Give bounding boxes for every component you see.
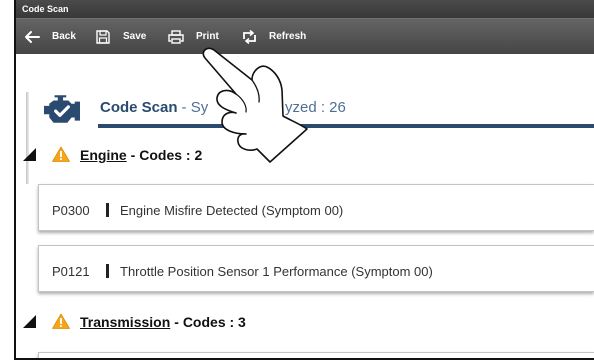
code-row[interactable]: P0300 Engine Misfire Detected (Symptom 0…	[38, 184, 594, 231]
category-label: Engine - Codes : 2	[80, 147, 202, 163]
page-subtitle-start: - Sy	[181, 99, 209, 116]
warning-icon	[52, 313, 70, 329]
print-icon	[168, 29, 184, 44]
category-name-transmission[interactable]: Transmission	[80, 314, 170, 330]
category-label: Transmission - Codes : 3	[80, 314, 246, 330]
frame-border-left	[14, 0, 16, 360]
save-label: Save	[123, 31, 147, 42]
engine-check-icon	[44, 95, 80, 123]
back-arrow-icon	[24, 30, 40, 44]
warning-icon	[52, 146, 70, 162]
header-underline	[98, 124, 594, 128]
page-subtitle-end: yzed : 26	[285, 99, 346, 116]
page-title: Code Scan	[100, 99, 178, 116]
category-name-engine[interactable]: Engine	[80, 147, 127, 163]
pointing-hand-icon	[202, 47, 308, 163]
window-title: Code Scan	[22, 4, 69, 14]
category-header-engine: Engine - Codes : 2	[20, 146, 260, 164]
print-button[interactable]: Print	[168, 19, 219, 54]
print-label: Print	[196, 31, 219, 42]
code-description: Throttle Position Sensor 1 Performance (…	[120, 264, 433, 279]
save-icon	[95, 29, 111, 44]
back-button[interactable]: Back	[24, 19, 76, 54]
expand-toggle-icon[interactable]	[23, 148, 36, 161]
refresh-button[interactable]: Refresh	[241, 19, 306, 54]
code-id: P0300	[52, 203, 90, 218]
code-id: P0121	[52, 264, 90, 279]
refresh-label: Refresh	[269, 31, 307, 42]
panel-edge	[26, 92, 29, 184]
back-label: Back	[52, 31, 76, 42]
expand-toggle-icon[interactable]	[23, 315, 36, 328]
save-button[interactable]: Save	[95, 19, 146, 54]
category-count-transmission: - Codes : 3	[174, 314, 246, 330]
category-count-engine: - Codes : 2	[130, 147, 203, 163]
code-row[interactable]: P0121 Throttle Position Sensor 1 Perform…	[38, 245, 594, 292]
toolbar: Back Save Print Refresh	[16, 18, 594, 54]
title-bar: Code Scan	[16, 0, 594, 18]
page-title-line: Code Scan - Sy	[100, 99, 208, 117]
code-separator	[106, 264, 109, 278]
code-description: Engine Misfire Detected (Symptom 00)	[120, 203, 344, 218]
category-header-transmission: Transmission - Codes : 3	[20, 313, 260, 331]
code-separator	[106, 203, 109, 217]
refresh-icon	[241, 29, 257, 44]
